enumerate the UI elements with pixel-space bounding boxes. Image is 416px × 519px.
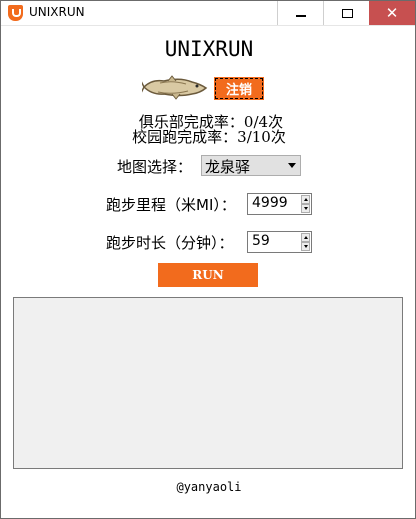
- map-select-label: 地图选择：: [117, 158, 193, 176]
- map-select[interactable]: 龙泉驿: [201, 155, 301, 176]
- duration-label: 跑步时长（分钟）：: [106, 234, 234, 252]
- spin-up-icon[interactable]: [301, 233, 310, 242]
- window-title: UNIXRUN: [29, 5, 85, 19]
- author-credit: @yanyaoli: [176, 480, 242, 494]
- map-select-value: 龙泉驿: [205, 158, 251, 176]
- chevron-down-icon[interactable]: [284, 156, 300, 175]
- run-button[interactable]: RUN: [158, 263, 258, 287]
- campus-completion-rate: 校园跑完成率：3/10次: [132, 128, 286, 146]
- close-button[interactable]: ✕: [369, 1, 415, 25]
- spin-down-icon[interactable]: [301, 242, 310, 251]
- distance-stepper-arrows: [301, 195, 310, 213]
- maximize-icon: [341, 8, 353, 18]
- distance-stepper[interactable]: 4999: [247, 193, 312, 215]
- duration-value[interactable]: 59: [252, 233, 270, 249]
- distance-label: 跑步里程（米MI）：: [106, 196, 236, 214]
- app-window: UNIXRUN ✕ UNIXRUN 注销 俱乐部完成率：0/4次 校园跑完成率：…: [0, 0, 416, 519]
- log-output-area[interactable]: [13, 297, 403, 469]
- title-bar[interactable]: UNIXRUN ✕: [1, 1, 415, 26]
- spin-up-icon[interactable]: [301, 195, 310, 204]
- logout-button[interactable]: 注销: [214, 77, 264, 100]
- close-icon: ✕: [385, 3, 399, 22]
- spin-down-icon[interactable]: [301, 204, 310, 213]
- maximize-button[interactable]: [323, 1, 370, 25]
- duration-stepper[interactable]: 59: [247, 231, 312, 253]
- page-title: UNIXRUN: [164, 37, 254, 61]
- app-logo-icon: [8, 5, 23, 21]
- minimize-button[interactable]: [277, 1, 324, 25]
- fish-icon: [142, 75, 208, 100]
- distance-value[interactable]: 4999: [252, 195, 288, 211]
- minimize-icon: [296, 15, 306, 17]
- duration-stepper-arrows: [301, 233, 310, 251]
